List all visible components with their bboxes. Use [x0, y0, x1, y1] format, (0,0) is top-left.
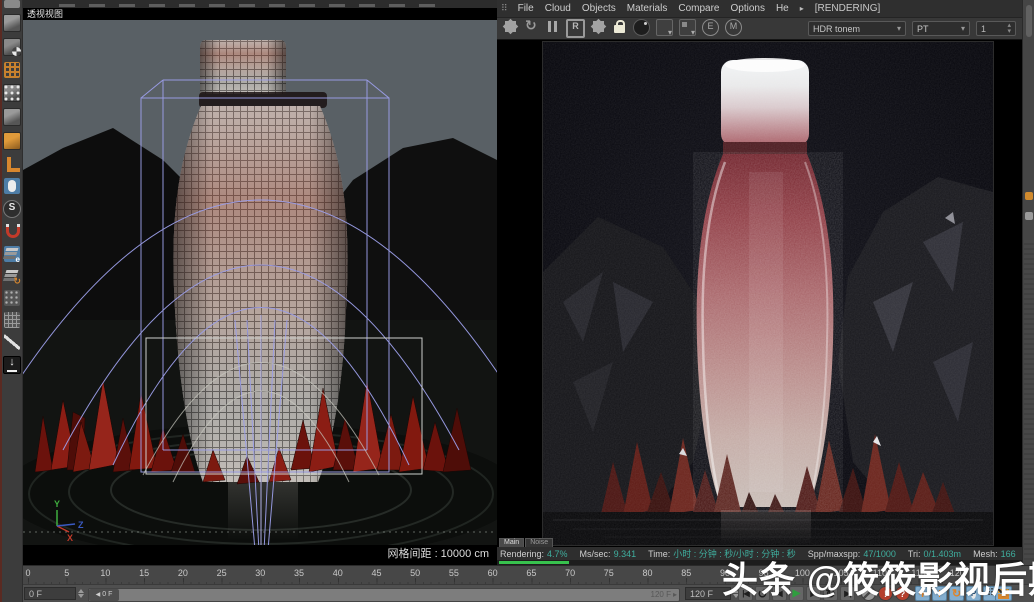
polygons-mode-icon[interactable]	[3, 132, 21, 150]
render-buffer-tabs: MainNoise	[499, 538, 553, 547]
rotate-snap-icon[interactable]	[4, 268, 20, 284]
render-view[interactable]: MainNoise	[497, 40, 1022, 547]
chevron-down-icon: ▾	[897, 24, 901, 33]
viewport-canvas[interactable]: Y X Z	[23, 20, 497, 545]
snap-enable-icon[interactable]	[4, 246, 20, 262]
render-menubar: ⠿ File Cloud Objects Materials Compare Option…	[497, 0, 1022, 18]
snap-icon[interactable]	[3, 200, 21, 218]
frame-tick-label: 50	[410, 568, 420, 578]
workplane-icon[interactable]	[4, 62, 20, 78]
clipped-main-menubar	[23, 0, 497, 8]
texture-mode-icon[interactable]	[3, 38, 21, 56]
timeline-range-slider[interactable]: 0 F 120 F	[88, 588, 680, 602]
download-icon[interactable]	[3, 356, 21, 374]
model-mode-icon[interactable]	[3, 14, 21, 32]
menu-overflow-icon[interactable]: ▸	[800, 4, 804, 13]
frame-tick-label: 60	[488, 568, 498, 578]
render-progress-bar	[499, 561, 569, 564]
panel-grip-icon[interactable]: ⠿	[501, 3, 507, 14]
application-window: 透视视图	[0, 0, 1034, 602]
lock-icon[interactable]	[612, 19, 627, 34]
menu-options[interactable]: Options	[730, 3, 764, 14]
axis-y-label: Y	[54, 499, 60, 509]
frame-tick-label: 70	[565, 568, 575, 578]
e-badge-icon[interactable]	[702, 19, 719, 36]
grid-spacing-value: 网格间距 : 10000 cm	[388, 548, 489, 560]
status-segment: Ms/sec: 9.341	[580, 549, 637, 559]
menu-file[interactable]: File	[518, 3, 534, 14]
viewport-scene: Y X Z	[23, 20, 497, 545]
rendering-status-badge: [RENDERING]	[815, 3, 881, 14]
region-render-icon[interactable]	[566, 19, 585, 38]
settings-sun-icon[interactable]	[591, 19, 606, 34]
left-toolbar	[2, 0, 23, 602]
frame-tick-label: 35	[294, 568, 304, 578]
status-segment: Rendering: 4.7%	[500, 549, 568, 559]
axis-mode-icon[interactable]	[4, 156, 20, 172]
frame-tick-label: 40	[333, 568, 343, 578]
dropdown-a-icon[interactable]	[656, 19, 673, 36]
kernel-gear-icon[interactable]	[503, 19, 518, 34]
edges-mode-icon[interactable]	[3, 108, 21, 126]
menu-he[interactable]: He	[776, 3, 789, 14]
scrollbar-handle[interactable]	[1026, 5, 1032, 37]
range-slider-handle[interactable]: 0 F	[89, 589, 119, 601]
frame-tick-label: 25	[217, 568, 227, 578]
pause-icon[interactable]	[545, 19, 560, 34]
strip-texture	[1024, 240, 1034, 560]
range-slider-end-label: 120 F	[651, 589, 677, 601]
frame-tick-label: 15	[139, 568, 149, 578]
chevron-down-icon: ▾	[961, 24, 965, 33]
clipped-icon[interactable]	[4, 0, 20, 8]
kernel-dropdown[interactable]: PT ▾	[912, 21, 970, 36]
render-panel: ⠿ File Cloud Objects Materials Compare Option…	[497, 0, 1022, 565]
frame-tick-label: 75	[604, 568, 614, 578]
viewport-title: 透视视图	[27, 9, 63, 19]
render-buffer-tab[interactable]: Main	[499, 538, 524, 547]
viewport-title-bar[interactable]: 透视视图	[23, 8, 497, 20]
tweak-mouse-icon[interactable]	[4, 178, 20, 194]
grid-spacing-bar: 网格间距 : 10000 cm	[23, 545, 497, 565]
current-frame-stepper[interactable]	[77, 587, 85, 600]
refresh-icon[interactable]	[524, 19, 539, 34]
m-badge-icon[interactable]	[725, 19, 742, 36]
frame-tick-label: 65	[526, 568, 536, 578]
frame-tick-label: 55	[449, 568, 459, 578]
tonemap-dropdown[interactable]: HDR tonem ▾	[808, 21, 906, 36]
frame-tick-label: 20	[178, 568, 188, 578]
menu-cloud[interactable]: Cloud	[545, 3, 571, 14]
material-ball-icon[interactable]	[633, 19, 650, 36]
stepper-icon[interactable]: ▴▾	[1007, 23, 1011, 35]
axis-x-label: X	[67, 533, 73, 543]
strip-orange-icon[interactable]	[1025, 192, 1033, 200]
frame-tick-label: 85	[681, 568, 691, 578]
grid-a-icon[interactable]	[4, 290, 20, 306]
menu-objects[interactable]: Objects	[582, 3, 616, 14]
grid-b-icon[interactable]	[4, 312, 20, 328]
frame-tick-label: 5	[64, 568, 69, 578]
pass-count-field[interactable]: 1 ▴▾	[976, 21, 1016, 36]
brush-icon[interactable]	[4, 334, 20, 350]
render-image	[543, 42, 993, 545]
bottle-grain	[693, 152, 843, 512]
current-frame-field[interactable]: 0 F	[24, 587, 76, 600]
frame-tick-label: 80	[643, 568, 653, 578]
render-buffer-tab[interactable]: Noise	[525, 538, 553, 547]
menu-compare[interactable]: Compare	[678, 3, 719, 14]
menu-materials[interactable]: Materials	[627, 3, 668, 14]
points-mode-icon[interactable]	[3, 84, 21, 102]
dropdown-b-icon[interactable]	[679, 19, 696, 36]
frame-tick-label: 45	[371, 568, 381, 578]
frame-tick-label: 30	[255, 568, 265, 578]
right-panel-strip	[1022, 0, 1034, 565]
strip-gray-icon[interactable]	[1025, 212, 1033, 220]
frame-tick-label: 10	[100, 568, 110, 578]
magnet-icon[interactable]	[4, 224, 20, 240]
axis-z-label: Z	[78, 520, 84, 530]
watermark: 头条 @筱筱影视后期	[722, 551, 1034, 602]
render-toolbar: HDR tonem ▾ PT ▾ 1 ▴▾	[497, 18, 1022, 40]
frame-tick-label: 0	[25, 568, 30, 578]
